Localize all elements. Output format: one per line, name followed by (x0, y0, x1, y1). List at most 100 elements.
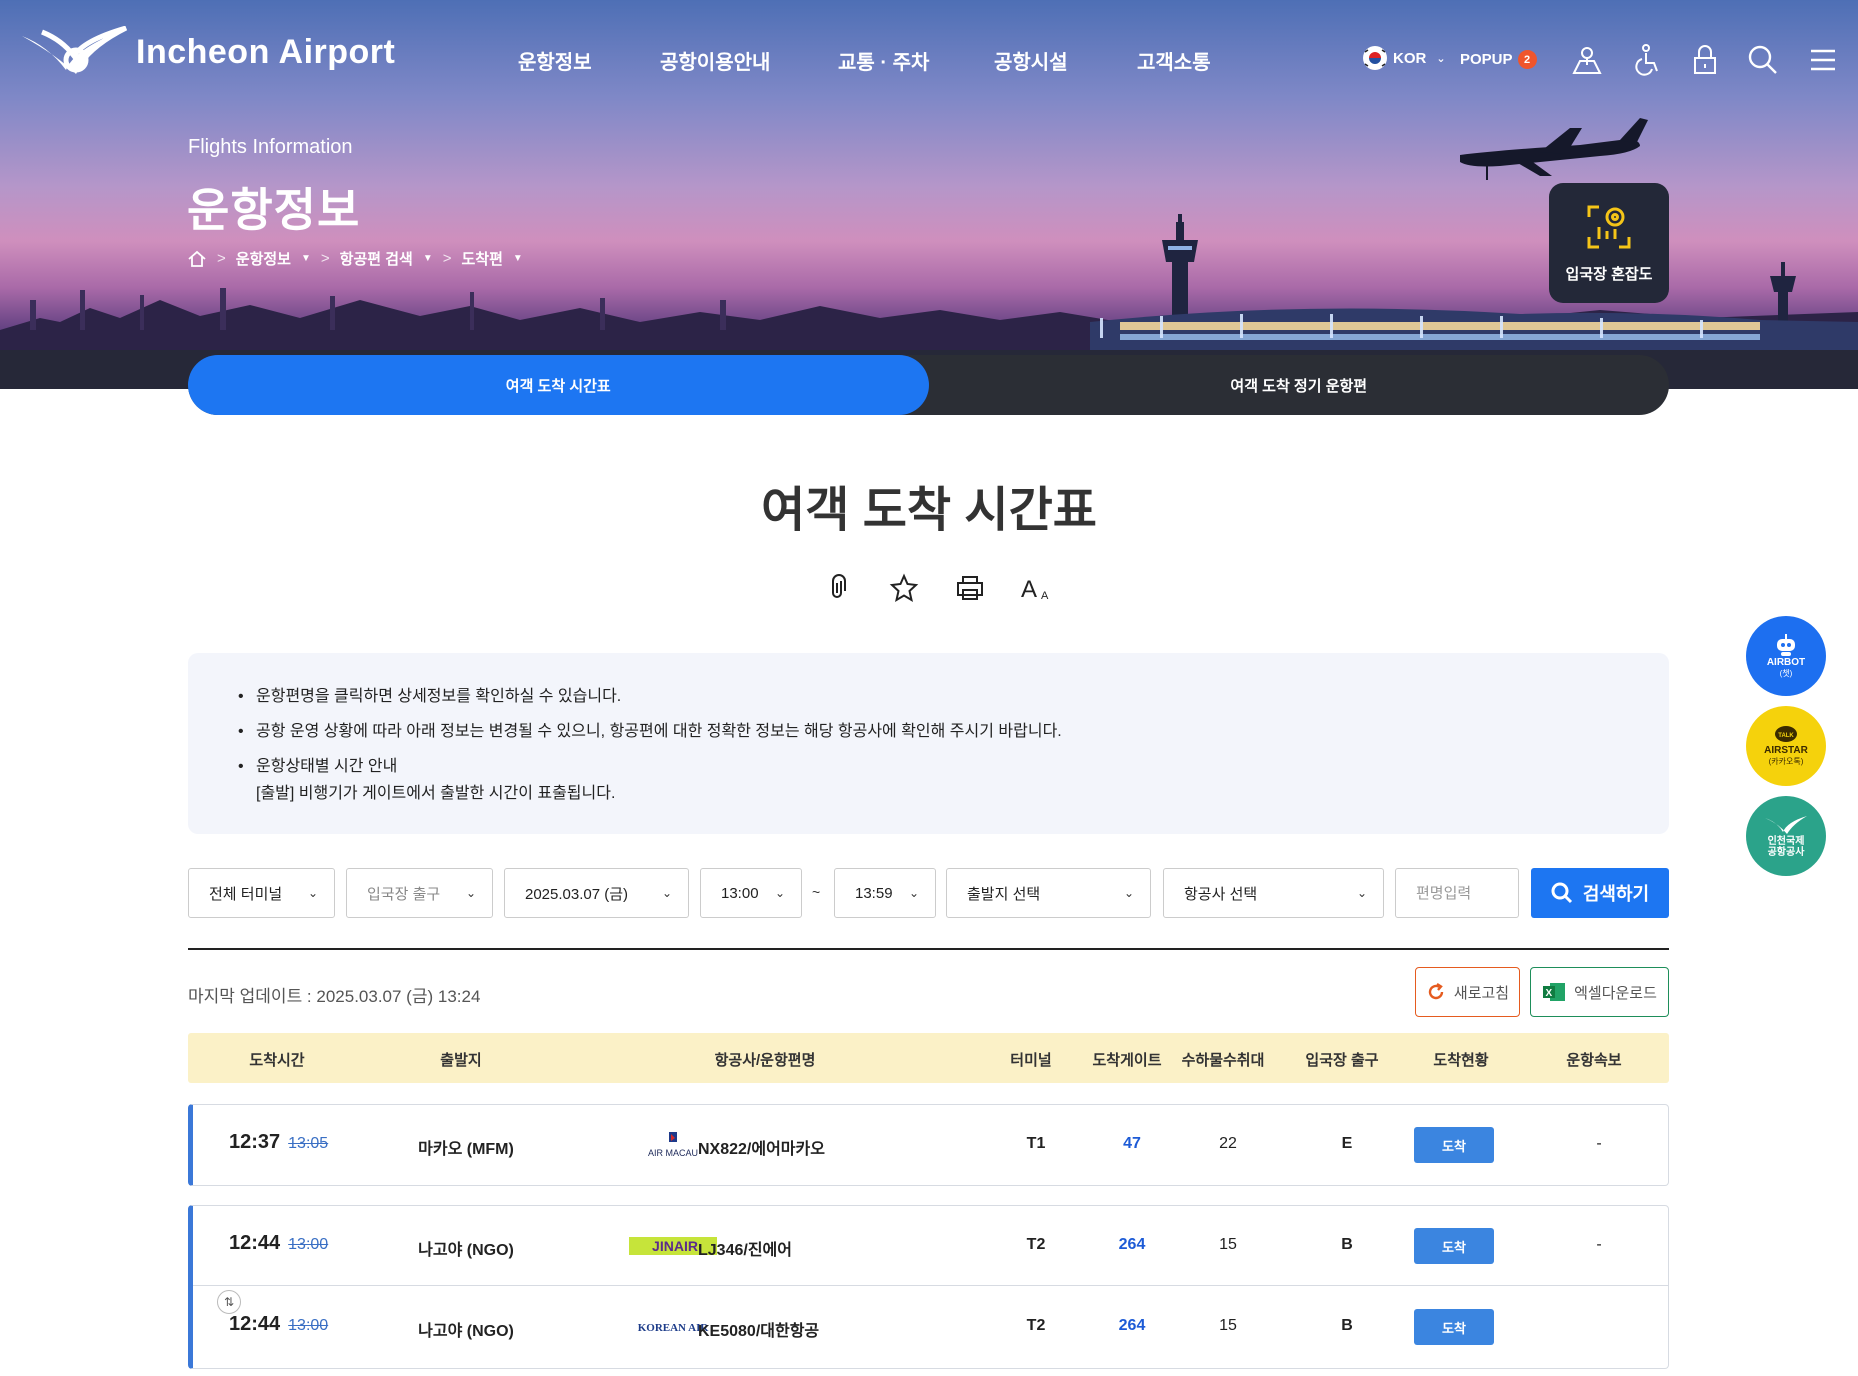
breadcrumb-item-arrivals[interactable]: 도착편 (461, 248, 502, 269)
time-range-separator: ~ (812, 884, 821, 900)
excel-download-button[interactable]: X 엑셀다운로드 (1530, 967, 1669, 1017)
page-title: 여객 도착 시간표 (761, 484, 1097, 537)
search-button-label: 검색하기 (1582, 884, 1650, 904)
arrival-time: 12:44 13:00 (229, 1313, 329, 1335)
airbot-label: AIRBOT (1766, 657, 1806, 668)
arrival-time: 12:37 13:05 (229, 1131, 329, 1153)
incheon-airport-logo[interactable]: Incheon Airport (18, 26, 395, 78)
caret-down-icon[interactable]: ▼ (301, 253, 311, 264)
terminal-cell: T2 (1026, 1236, 1046, 1253)
print-icon[interactable] (952, 570, 988, 606)
table-row[interactable]: 12:44 13:00 나고야 (NGO) JINAIR LJ346/진에어 T2… (193, 1206, 1669, 1286)
column-header: 출발지 (440, 1052, 482, 1069)
time-from-select[interactable]: 13:00 ⌄ (700, 868, 802, 918)
font-size-icon[interactable]: AA (1018, 570, 1054, 606)
tab-regular-arrivals[interactable]: 여객 도착 정기 운항편 (929, 355, 1670, 415)
exit-cell: E (1341, 1135, 1353, 1152)
date-select-value: 2025.03.07 (금) (525, 885, 629, 903)
status-badge: 도착 (1414, 1228, 1494, 1264)
flight-number-link[interactable]: NX822/에어마카오 (698, 1135, 825, 1159)
refresh-icon (1428, 982, 1444, 1000)
carousel-cell: 15 (1219, 1317, 1237, 1334)
column-header: 도착게이트 (1092, 1052, 1162, 1069)
terminal-select[interactable]: 전체 터미널 ⌄ (188, 868, 335, 918)
breadcrumb-item-flights[interactable]: 운항정보 (236, 248, 291, 269)
popup-count-badge: 2 (1517, 50, 1537, 69)
airstar-label: AIRSTAR (1764, 745, 1808, 756)
location-congestion-icon (1587, 205, 1631, 248)
column-header: 도착시간 (249, 1052, 305, 1069)
map-pin-icon[interactable] (1570, 43, 1604, 77)
time-to-select[interactable]: 13:59 ⌄ (834, 868, 936, 918)
refresh-button[interactable]: 새로고침 (1415, 967, 1520, 1017)
svg-text:JINAIR: JINAIR (652, 1238, 698, 1254)
nav-menu-flights[interactable]: 운항정보 (518, 46, 592, 75)
scheduled-time: 13:00 (288, 1317, 329, 1334)
language-selector[interactable]: KOR ⌄ (1363, 46, 1446, 70)
search-icon[interactable] (1746, 43, 1780, 77)
hero-subtitle: Flights Information (188, 136, 353, 158)
exit-cell: B (1341, 1317, 1353, 1334)
news-cell: - (1596, 1135, 1602, 1152)
chevron-down-icon: ⌄ (1436, 52, 1446, 65)
page-tools: AA (820, 570, 1054, 606)
notice-item: 공항 운영 상황에 따라 아래 정보는 변경될 수 있으니, 항공편에 대한 정… (238, 718, 1619, 745)
caret-down-icon[interactable]: ▼ (513, 253, 523, 264)
robot-icon (1777, 634, 1795, 656)
flight-number-link[interactable]: LJ346/진에어 (698, 1236, 792, 1260)
table-row[interactable]: 12:44 13:00 나고야 (NGO) KOREAN AIR KE5080/대… (193, 1287, 1669, 1367)
chevron-down-icon: ⌄ (661, 886, 672, 900)
column-header: 수하물수취대 (1181, 1052, 1265, 1069)
origin-cell: 나고야 (NGO) (418, 1323, 514, 1340)
caret-down-icon[interactable]: ▼ (423, 253, 433, 264)
airline-select[interactable]: 항공사 선택 ⌄ (1163, 868, 1384, 918)
iiac-label-2: 공항공사 (1767, 847, 1805, 858)
table-row[interactable]: 12:37 13:05 마카오 (MFM) AIR MACAU NX822/에어마… (193, 1105, 1669, 1185)
date-select[interactable]: 2025.03.07 (금) ⌄ (504, 868, 689, 918)
time-to-value: 13:59 (855, 884, 893, 902)
hero-banner: Incheon Airport 운항정보 공항이용안내 교통 · 주차 공항시설… (0, 0, 1858, 389)
excel-label: 엑셀다운로드 (1574, 984, 1657, 1002)
airplane-illustration (1460, 118, 1648, 180)
star-icon[interactable] (886, 570, 922, 606)
exit-select[interactable]: 입국장 출구 ⌄ (346, 868, 493, 918)
nav-menu-transport-parking[interactable]: 교통 · 주차 (838, 46, 929, 75)
flight-number-input[interactable] (1395, 868, 1519, 918)
nav-menu-facilities[interactable]: 공항시설 (994, 46, 1068, 75)
origin-cell: 나고야 (NGO) (418, 1242, 514, 1259)
terminal-cell: T2 (1026, 1317, 1046, 1334)
home-icon[interactable] (187, 249, 207, 269)
logo-text: Incheon Airport (136, 32, 396, 71)
airbot-button[interactable]: AIRBOT (챗) (1746, 616, 1826, 696)
flight-number-link[interactable]: KE5080/대한항공 (698, 1317, 819, 1341)
column-header: 도착현황 (1433, 1052, 1489, 1069)
tab-arrival-timetable[interactable]: 여객 도착 시간표 (188, 355, 929, 415)
hamburger-menu-icon[interactable] (1806, 43, 1840, 77)
wheelchair-icon[interactable] (1630, 43, 1664, 77)
congestion-label: 입국장 혼잡도 (1565, 265, 1653, 283)
airbot-sub: (챗) (1779, 669, 1793, 678)
clip-icon[interactable] (820, 570, 856, 606)
search-icon (1551, 882, 1572, 904)
iiac-label: 인천국제 (1767, 836, 1805, 847)
arrival-congestion-button[interactable]: 입국장 혼잡도 (1549, 183, 1669, 303)
lock-icon[interactable] (1688, 43, 1722, 77)
gate-cell: 47 (1123, 1135, 1141, 1152)
notice-box: 운항편명을 클릭하면 상세정보를 확인하실 수 있습니다. 공항 운영 상황에 … (188, 653, 1669, 834)
breadcrumb-item-flight-search[interactable]: 항공편 검색 (340, 248, 413, 269)
popup-label: POPUP (1460, 51, 1513, 68)
korea-flag-icon (1363, 46, 1387, 70)
popup-button[interactable]: POPUP 2 (1460, 50, 1537, 69)
iiac-button[interactable]: 인천국제 공항공사 (1746, 796, 1826, 876)
breadcrumb-separator: > (320, 250, 330, 267)
airstar-kakao-button[interactable]: TALK AIRSTAR (카카오톡) (1746, 706, 1826, 786)
origin-select[interactable]: 출발지 선택 ⌄ (946, 868, 1151, 918)
refresh-label: 새로고침 (1453, 984, 1510, 1002)
column-header: 터미널 (1010, 1052, 1052, 1069)
nav-menu-customer[interactable]: 고객소통 (1137, 46, 1211, 75)
arrival-tabs: 여객 도착 시간표 여객 도착 정기 운항편 (188, 355, 1669, 415)
nav-menu-airport-guide[interactable]: 공항이용안내 (660, 46, 770, 75)
exit-cell: B (1341, 1236, 1353, 1253)
search-button[interactable]: 검색하기 (1531, 868, 1669, 918)
svg-text:A: A (1021, 576, 1037, 603)
